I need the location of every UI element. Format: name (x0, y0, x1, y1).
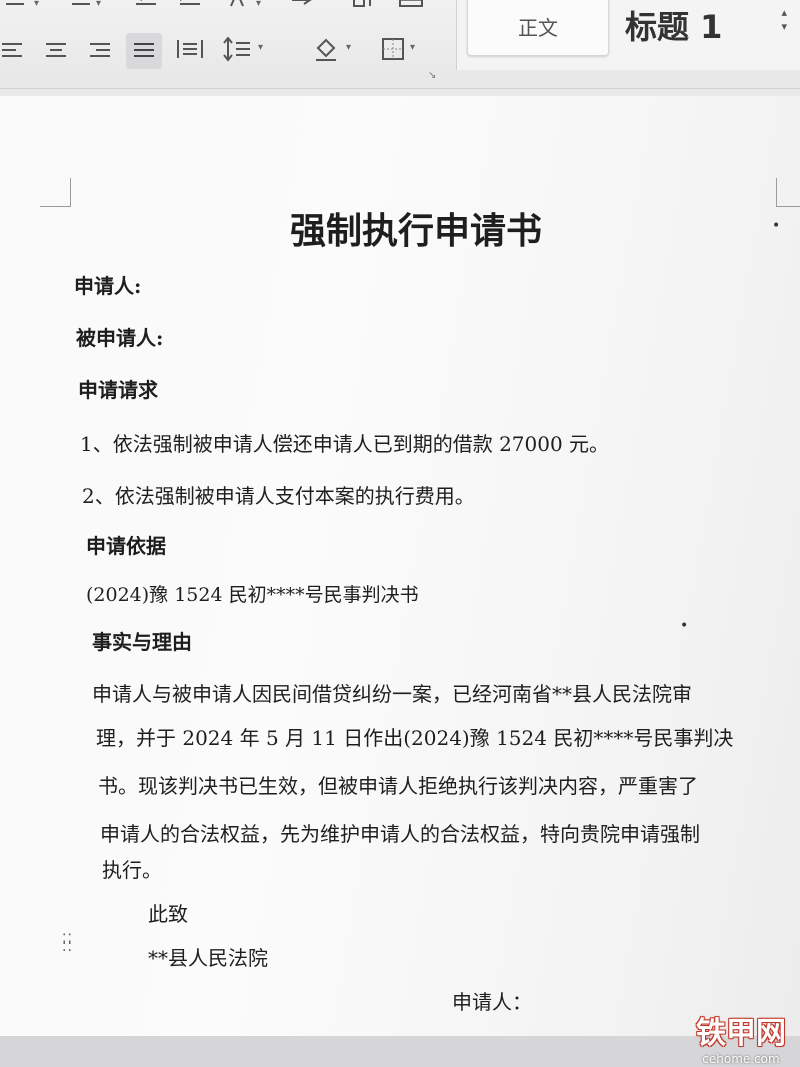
document-page[interactable]: 强制执行申请书 申请人: 被申请人: 申请请求 1、依法强制被申请人偿还申请人已… (0, 96, 800, 1036)
numbered-list-icon[interactable] (64, 0, 94, 10)
line-spacing-icon[interactable] (222, 37, 252, 63)
watermark-url: cehome.com (702, 1052, 780, 1066)
respondent-label: 被申请人: (76, 326, 164, 350)
claims-heading: 申请请求 (78, 378, 158, 402)
margin-corner-mark (776, 178, 800, 207)
margin-corner-mark (40, 178, 71, 207)
bullet-list-icon[interactable] (2, 0, 32, 10)
align-left-icon[interactable] (0, 40, 24, 62)
table-icon[interactable] (398, 0, 424, 10)
facts-line: 书。现该判决书已生效，但被申请人拒绝执行该判决内容，严重害了 (98, 774, 698, 798)
facts-line: 申请人与被申请人因民间借贷纠纷一案，已经河南省**县人民法院审 (92, 682, 692, 706)
align-right-icon[interactable] (88, 40, 112, 62)
chevron-down-icon[interactable]: ▾ (410, 42, 415, 53)
watermark: 铁甲网 cehome.com (696, 1008, 786, 1066)
watermark-logo: 铁甲网 (696, 1016, 786, 1051)
styles-gallery: 正文 标题 1 ▴ ▾ (456, 0, 800, 70)
chevron-down-icon[interactable]: ▾ (258, 42, 263, 53)
page-speck: • (772, 218, 781, 234)
decrease-indent-icon[interactable] (134, 0, 158, 10)
style-normal[interactable]: 正文 (467, 0, 609, 56)
court-name: **县人民法院 (148, 946, 268, 970)
claim-item: 1、依法强制被申请人偿还申请人已到期的借款 27000 元。 (80, 432, 610, 456)
sort-icon[interactable] (352, 0, 378, 10)
borders-icon[interactable] (380, 36, 406, 62)
ribbon-toolbar: ▾ ▾ ▾ ▾ ▾ ▾ ↘ 正文 标题 1 ▴ ▾ (0, 0, 800, 89)
increase-indent-icon[interactable] (178, 0, 202, 10)
drag-handle-icon[interactable]: ⁚⁚ ⁚⁚ (62, 933, 73, 954)
chevron-down-icon[interactable]: ▾ (96, 0, 101, 9)
facts-line: 执行。 (102, 858, 162, 882)
arrow-right-icon[interactable] (290, 0, 314, 10)
chevron-down-icon[interactable]: ▾ (256, 0, 261, 9)
paragraph-dialog-launcher-icon[interactable]: ↘ (428, 70, 436, 81)
justify-icon[interactable] (126, 33, 162, 69)
facts-heading: 事实与理由 (92, 630, 192, 654)
signature-label: 申请人： (452, 990, 532, 1014)
distributed-align-icon[interactable] (176, 38, 204, 62)
shading-bucket-icon[interactable] (312, 36, 340, 62)
chevron-down-icon[interactable]: ▾ (34, 0, 39, 9)
chevron-down-icon[interactable]: ▾ (346, 42, 351, 53)
facts-line: 申请人的合法权益，先为维护申请人的合法权益，特向贵院申请强制 (100, 822, 700, 846)
basis-heading: 申请依据 (86, 534, 166, 558)
applicant-label: 申请人: (74, 274, 142, 298)
align-center-icon[interactable] (44, 40, 68, 62)
basis-text: (2024)豫 1524 民初****号民事判决书 (86, 584, 419, 606)
claim-item: 2、依法强制被申请人支付本案的执行费用。 (82, 484, 475, 508)
style-heading-1[interactable]: 标题 1 (625, 0, 722, 50)
page-speck: • (680, 618, 689, 634)
facts-line: 理，并于 2024 年 5 月 11 日作出(2024)豫 1524 民初***… (96, 726, 734, 750)
document-title: 强制执行申请书 (290, 210, 543, 252)
screen-bottom-edge (0, 1036, 800, 1067)
text-direction-icon[interactable] (228, 0, 248, 8)
closing-text: 此致 (148, 902, 188, 926)
styles-scroll-icon[interactable]: ▴ ▾ (781, 6, 787, 34)
